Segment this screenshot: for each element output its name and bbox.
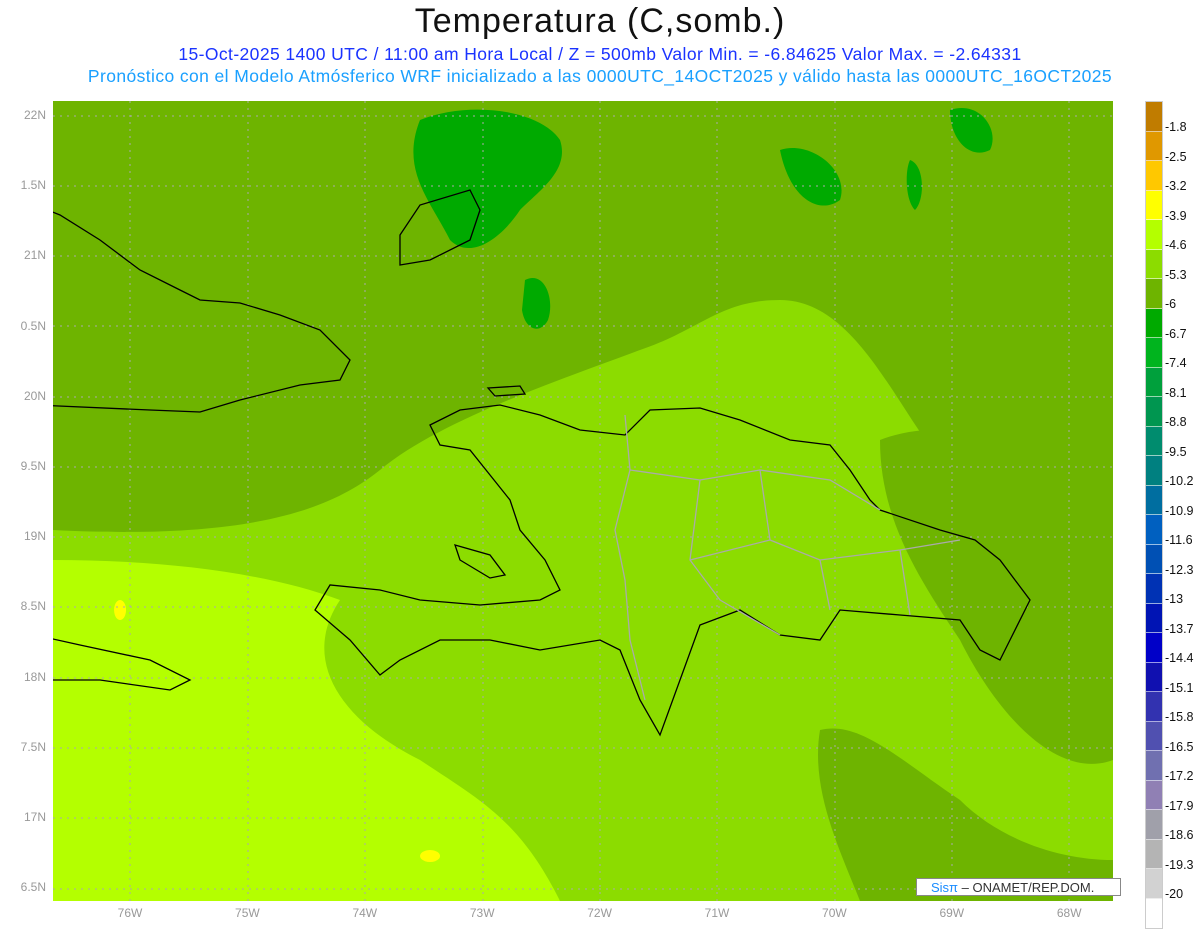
colorbar-label: -1.8 bbox=[1165, 120, 1187, 134]
colorbar-label: -12.3 bbox=[1165, 562, 1194, 577]
colorbar-label: -9.5 bbox=[1165, 444, 1187, 459]
lat-label: 8.5N bbox=[20, 599, 46, 614]
colorbar-swatch bbox=[1146, 839, 1162, 869]
colorbar-label: -18.6 bbox=[1165, 828, 1194, 842]
colorbar-swatch bbox=[1146, 456, 1162, 486]
colorbar-label: -10.2 bbox=[1165, 474, 1194, 488]
lat-label: 18N bbox=[23, 669, 46, 684]
colorbar-label: -6.7 bbox=[1165, 326, 1187, 341]
colorbar-label: -13.7 bbox=[1165, 621, 1194, 636]
colorbar-label: -11.6 bbox=[1165, 533, 1193, 547]
lon-label: 73W bbox=[469, 906, 495, 920]
colorbar-swatch bbox=[1146, 102, 1162, 132]
colorbar-swatch bbox=[1146, 574, 1162, 604]
lon-label: 69W bbox=[939, 906, 965, 920]
colorbar-label: -7.4 bbox=[1165, 356, 1187, 370]
lat-label: 9.5N bbox=[20, 459, 46, 473]
colorbar-swatch bbox=[1146, 544, 1162, 574]
lon-label: 71W bbox=[704, 906, 730, 920]
colorbar-swatch bbox=[1146, 485, 1162, 515]
colorbar-swatch bbox=[1146, 810, 1162, 840]
colorbar-swatch bbox=[1146, 190, 1162, 220]
colorbar-swatch bbox=[1146, 721, 1162, 751]
lat-label: 22N bbox=[23, 108, 46, 122]
colorbar-swatch bbox=[1146, 397, 1162, 427]
colorbar-label: -5.3 bbox=[1165, 267, 1187, 282]
colorbar-swatch bbox=[1146, 780, 1162, 810]
lon-label: 76W bbox=[117, 906, 143, 920]
temperature-map bbox=[53, 101, 1113, 901]
lat-label: 1.5N bbox=[20, 178, 46, 193]
map-title: Temperatura (C,somb.) bbox=[414, 2, 786, 40]
colorbar-swatch bbox=[1146, 662, 1162, 692]
colorbar-swatch bbox=[1146, 898, 1162, 928]
sispi-logo: Sisπ bbox=[931, 880, 959, 895]
colorbar-label: -14.4 bbox=[1165, 651, 1194, 665]
colorbar-label: -16.5 bbox=[1165, 739, 1194, 754]
colorbar-swatch bbox=[1146, 279, 1162, 309]
colorbar-swatch bbox=[1146, 692, 1162, 722]
lon-label: 75W bbox=[235, 906, 260, 920]
colorbar-swatch bbox=[1146, 220, 1162, 250]
colorbar-swatch bbox=[1146, 308, 1162, 338]
colorbar-label: -2.5 bbox=[1165, 149, 1187, 164]
colorbar-label: -13 bbox=[1165, 592, 1184, 606]
colorbar-label: -3.9 bbox=[1165, 208, 1187, 223]
colorbar-swatch bbox=[1146, 603, 1162, 633]
colorbar-label: -20 bbox=[1165, 887, 1184, 901]
model-info-subtitle: Pronóstico con el Modelo Atmósferico WRF… bbox=[87, 66, 1113, 86]
colorbar-label: -8.8 bbox=[1165, 415, 1187, 429]
credit-text: – ONAMET/REP.DOM. bbox=[958, 880, 1095, 895]
colorbar-label: -3.2 bbox=[1165, 179, 1187, 193]
colorbar-label: -15.1 bbox=[1165, 680, 1194, 695]
forecast-time-subtitle: 15-Oct-2025 1400 UTC / 11:00 am Hora Loc… bbox=[178, 44, 1022, 64]
lat-label: 7.5N bbox=[20, 739, 46, 754]
colorbar-label: -4.6 bbox=[1165, 238, 1187, 252]
colorbar bbox=[1145, 101, 1163, 929]
colorbar-swatch bbox=[1146, 751, 1162, 781]
colorbar-swatch bbox=[1146, 249, 1162, 279]
lon-label: 74W bbox=[352, 906, 378, 920]
credit-box: Sisπ – ONAMET/REP.DOM. bbox=[916, 878, 1121, 896]
lon-label: 72W bbox=[587, 906, 612, 920]
colorbar-label: -19.3 bbox=[1165, 857, 1194, 872]
colorbar-swatch bbox=[1146, 633, 1162, 663]
colorbar-label: -15.8 bbox=[1165, 710, 1194, 724]
colorbar-label: -6 bbox=[1165, 297, 1177, 311]
colorbar-label: -17.9 bbox=[1165, 798, 1194, 813]
colorbar-label: -8.1 bbox=[1165, 385, 1187, 400]
lon-label: 70W bbox=[822, 906, 847, 920]
colorbar-swatch bbox=[1146, 161, 1162, 191]
lat-label: 0.5N bbox=[20, 318, 46, 333]
lon-label: 68W bbox=[1056, 906, 1082, 920]
colorbar-swatch bbox=[1146, 338, 1162, 368]
colorbar-swatch bbox=[1146, 131, 1162, 161]
colorbar-swatch bbox=[1146, 515, 1162, 545]
colorbar-label: -10.9 bbox=[1165, 503, 1194, 518]
colorbar-swatch bbox=[1146, 869, 1162, 899]
lat-label: 17N bbox=[23, 810, 46, 824]
lat-label: 21N bbox=[23, 248, 46, 263]
colorbar-swatch bbox=[1146, 367, 1162, 397]
lat-label: 6.5N bbox=[20, 880, 46, 895]
lat-label: 19N bbox=[23, 529, 46, 544]
colorbar-label: -17.2 bbox=[1165, 769, 1194, 783]
colorbar-swatch bbox=[1146, 426, 1162, 456]
lat-label: 20N bbox=[23, 388, 46, 403]
